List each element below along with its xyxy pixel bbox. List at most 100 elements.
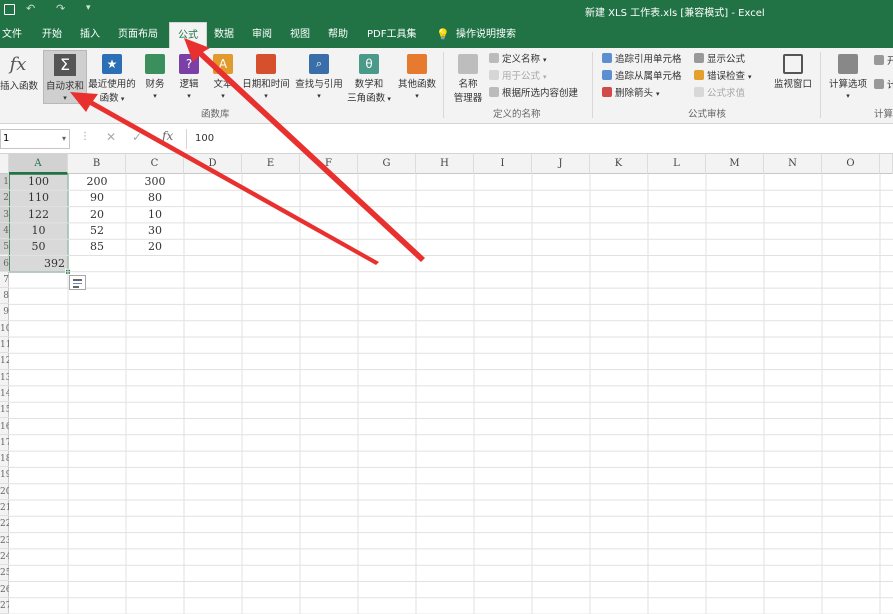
tab-view[interactable]: 视图 xyxy=(290,22,310,48)
row-header[interactable]: 16 xyxy=(0,419,9,435)
row-header[interactable]: 15 xyxy=(0,402,9,419)
cell-a4[interactable]: 10 xyxy=(9,223,68,239)
row-header[interactable]: 23 xyxy=(0,533,9,549)
column-header-m[interactable]: M xyxy=(706,154,764,174)
calculate-sheet-button[interactable]: 计 xyxy=(874,78,893,94)
column-header-e[interactable]: E xyxy=(242,154,300,174)
column-header-a[interactable]: A xyxy=(9,154,68,174)
trace-precedents-button[interactable]: 追踪引用单元格 xyxy=(602,52,682,68)
remove-arrows-button[interactable]: 删除箭头 ▾ xyxy=(602,86,660,102)
tab-formulas[interactable]: 公式 xyxy=(169,22,207,49)
row-header[interactable]: 21 xyxy=(0,500,9,517)
row-header[interactable]: 25 xyxy=(0,565,9,582)
fx-button[interactable]: fx xyxy=(162,129,173,143)
formula-input[interactable]: 100 xyxy=(186,129,893,149)
column-header-k[interactable]: K xyxy=(590,154,648,174)
tab-data[interactable]: 数据 xyxy=(214,22,234,48)
column-header-o[interactable]: O xyxy=(822,154,880,174)
row-header[interactable]: 10 xyxy=(0,321,9,337)
cell-b5[interactable]: 85 xyxy=(68,239,126,255)
row-header[interactable]: 13 xyxy=(0,370,9,386)
row-header[interactable]: 22 xyxy=(0,516,9,533)
select-all-corner[interactable] xyxy=(0,154,9,174)
row-header[interactable]: 26 xyxy=(0,582,9,598)
use-in-formula-button[interactable]: 用于公式 ▾ xyxy=(489,69,547,85)
row-header[interactable]: 8 xyxy=(0,288,9,305)
cell-b1[interactable]: 200 xyxy=(68,174,126,190)
financial-button[interactable]: 财务 ▾ xyxy=(142,54,168,101)
row-header[interactable]: 6 xyxy=(0,255,9,272)
date-time-button[interactable]: 日期和时间 ▾ xyxy=(241,54,291,101)
row-header[interactable]: 1 xyxy=(0,174,9,191)
recently-used-button[interactable]: ★ 最近使用的 函数 ▾ xyxy=(88,54,136,104)
cell-c5[interactable]: 20 xyxy=(126,239,184,255)
row-header[interactable]: 9 xyxy=(0,304,9,321)
customize-qat-icon[interactable]: ▾ xyxy=(86,3,91,13)
calculate-now-button[interactable]: 开 xyxy=(874,54,893,70)
row-header[interactable]: 3 xyxy=(0,206,9,223)
show-formulas-button[interactable]: 显示公式 xyxy=(694,52,745,68)
cell-c2[interactable]: 80 xyxy=(126,190,184,206)
column-header-b[interactable]: B xyxy=(68,154,126,174)
column-header-n[interactable]: N xyxy=(764,154,822,174)
row-header[interactable]: 14 xyxy=(0,386,9,403)
name-manager-button[interactable]: 名称 管理器 xyxy=(450,54,486,104)
tab-review[interactable]: 审阅 xyxy=(252,22,272,48)
cell-a5[interactable]: 50 xyxy=(9,239,68,255)
row-header[interactable]: 7 xyxy=(0,272,9,289)
text-button[interactable]: A 文本 ▾ xyxy=(210,54,236,101)
quick-analysis-icon[interactable] xyxy=(69,275,86,290)
cell-c1[interactable]: 300 xyxy=(126,174,184,190)
row-header[interactable]: 27 xyxy=(0,598,9,614)
row-header[interactable]: 18 xyxy=(0,451,9,468)
column-header-j[interactable]: J xyxy=(532,154,590,174)
watch-window-button[interactable]: 监视窗口 xyxy=(772,54,814,90)
lookup-reference-button[interactable]: ⌕ 查找与引用 ▾ xyxy=(294,54,344,101)
column-header-c[interactable]: C xyxy=(126,154,184,174)
redo-icon[interactable]: ↷ xyxy=(56,2,65,15)
cancel-icon[interactable]: ✕ xyxy=(106,130,116,144)
tab-help[interactable]: 帮助 xyxy=(328,22,348,48)
create-from-selection-button[interactable]: 根据所选内容创建 xyxy=(489,86,578,102)
name-box[interactable]: 1 ▾ xyxy=(0,129,70,149)
logical-button[interactable]: ? 逻辑 ▾ xyxy=(176,54,202,101)
row-header[interactable]: 19 xyxy=(0,467,9,484)
undo-icon[interactable]: ↶ xyxy=(26,2,35,15)
row-header[interactable]: 11 xyxy=(0,337,9,354)
cell-c4[interactable]: 30 xyxy=(126,223,184,239)
cell-a3[interactable]: 122 xyxy=(9,207,68,223)
cell-b4[interactable]: 52 xyxy=(68,223,126,239)
math-trig-button[interactable]: θ 数学和 三角函数 ▾ xyxy=(346,54,392,104)
column-header-d[interactable]: D xyxy=(184,154,242,174)
row-header[interactable]: 2 xyxy=(0,190,9,207)
cell-a1[interactable]: 100 xyxy=(9,174,68,190)
row-header[interactable]: 5 xyxy=(0,239,9,256)
tab-page-layout[interactable]: 页面布局 xyxy=(118,22,158,48)
row-header[interactable]: 4 xyxy=(0,222,9,240)
column-header-i[interactable]: I xyxy=(474,154,532,174)
enter-icon[interactable]: ✓ xyxy=(132,130,142,144)
more-functions-button[interactable]: 其他函数 ▾ xyxy=(396,54,438,101)
tab-file[interactable]: 文件 xyxy=(2,22,22,48)
row-header[interactable]: 12 xyxy=(0,353,9,370)
tab-home[interactable]: 开始 xyxy=(42,22,62,48)
cell-b3[interactable]: 20 xyxy=(68,207,126,223)
row-header[interactable]: 24 xyxy=(0,549,9,566)
autosum-button[interactable]: Σ 自动求和 ▾ xyxy=(43,50,87,104)
column-header-l[interactable]: L xyxy=(648,154,706,174)
calculation-options-button[interactable]: 计算选项 ▾ xyxy=(828,54,868,101)
cell-a6-sum[interactable]: 392 xyxy=(9,256,68,272)
tab-insert[interactable]: 插入 xyxy=(80,22,100,48)
tell-me-search[interactable]: 操作说明搜索 xyxy=(456,22,516,48)
cell-a2[interactable]: 110 xyxy=(9,190,68,206)
column-header-p[interactable] xyxy=(880,154,893,174)
evaluate-formula-button[interactable]: 公式求值 xyxy=(694,86,745,102)
error-checking-button[interactable]: 错误检查 ▾ xyxy=(694,69,752,85)
trace-dependents-button[interactable]: 追踪从属单元格 xyxy=(602,69,682,85)
column-header-g[interactable]: G xyxy=(358,154,416,174)
save-icon[interactable] xyxy=(4,4,15,15)
define-name-button[interactable]: 定义名称 ▾ xyxy=(489,52,547,68)
cell-b2[interactable]: 90 xyxy=(68,190,126,206)
column-header-h[interactable]: H xyxy=(416,154,474,174)
row-header[interactable]: 20 xyxy=(0,484,9,500)
